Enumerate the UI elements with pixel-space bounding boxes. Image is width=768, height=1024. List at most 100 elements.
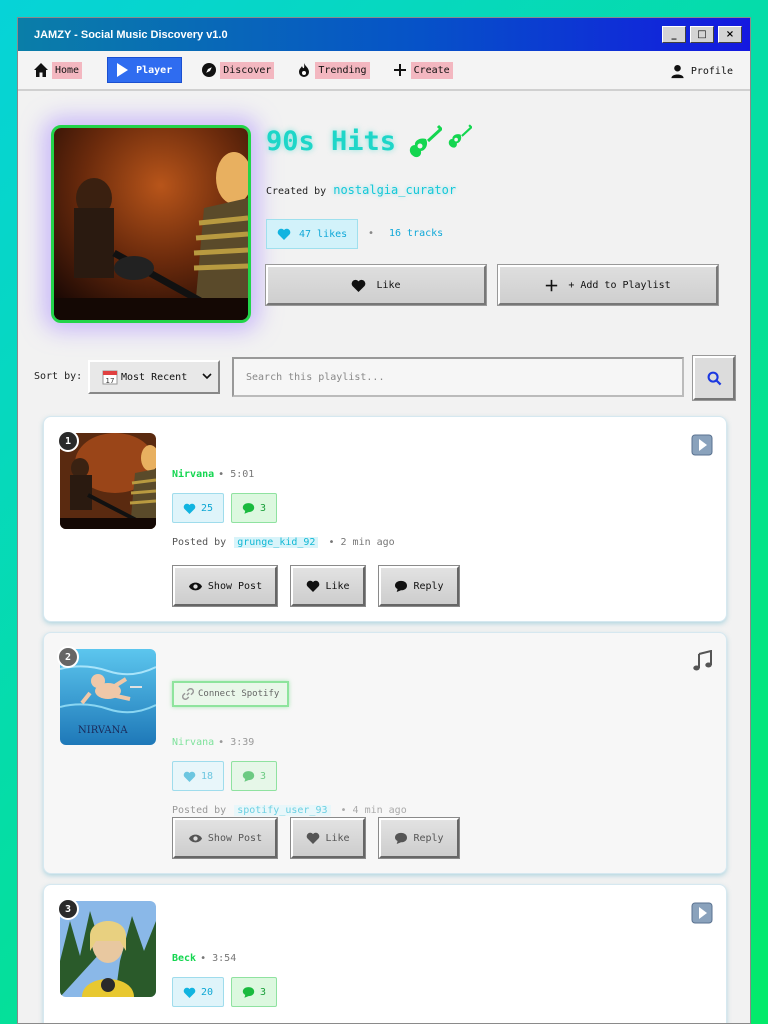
calendar-icon: 17: [102, 370, 118, 385]
like-count: 20: [201, 986, 214, 998]
nav-label-create: Create: [410, 61, 453, 79]
comment-icon: [395, 832, 408, 844]
track-meta: Beck • 3:54: [172, 953, 236, 964]
cover-image: [54, 128, 248, 320]
poster-link[interactable]: spotify_user_93: [234, 805, 331, 816]
comment-count: 3: [260, 986, 267, 998]
track-card: 2 NIRVANA Connect Spotify Nirvana • 3:39…: [43, 632, 727, 874]
artist-name[interactable]: Nirvana: [172, 737, 214, 748]
track-card: 3 Beck • 3:54 20 3: [43, 884, 727, 1023]
comment-count: 3: [260, 502, 267, 514]
poster-link[interactable]: grunge_kid_92: [234, 537, 319, 548]
reply-label: Reply: [413, 832, 444, 844]
nav-item-player[interactable]: Player: [107, 57, 183, 83]
playlist-cover: [51, 125, 251, 323]
track-number: 2: [57, 646, 79, 668]
track-duration: • 3:54: [200, 953, 237, 964]
track-card: 1 Nirvana • 5:01 25 3 Posted by grunge_k…: [43, 416, 727, 622]
nav-item-trending[interactable]: Trending: [293, 57, 372, 83]
posted-by: Posted by grunge_kid_92 • 2 min ago: [172, 537, 395, 548]
like-playlist-label: Like: [376, 279, 401, 291]
title-bar: JAMZY - Social Music Discovery v1.0 _ □ …: [18, 18, 750, 51]
connect-spotify-button[interactable]: Connect Spotify: [172, 681, 290, 707]
heart-icon: [183, 771, 196, 782]
comment-icon: [242, 771, 255, 782]
nav-item-profile[interactable]: Profile: [670, 58, 736, 84]
track-like-count[interactable]: 20: [172, 977, 225, 1007]
nav-item-create[interactable]: Create: [389, 57, 456, 83]
eye-icon: [188, 834, 202, 842]
music-note-icon: [693, 650, 712, 671]
reply-button[interactable]: Reply: [378, 817, 460, 859]
track-comment-count[interactable]: 3: [231, 493, 278, 523]
search-input[interactable]: Search this playlist...: [232, 357, 684, 397]
minimize-button[interactable]: _: [662, 26, 686, 43]
post-time: • 2 min ago: [328, 537, 395, 548]
comment-count: 3: [260, 770, 267, 782]
track-count: 16 tracks: [389, 228, 444, 239]
app-window: JAMZY - Social Music Discovery v1.0 _ □ …: [17, 17, 751, 1024]
sort-label: Sort by:: [34, 371, 83, 382]
play-icon: [117, 63, 129, 77]
comment-icon: [242, 503, 255, 514]
home-icon: [34, 63, 48, 77]
posted-by-label: Posted by: [172, 537, 227, 548]
chevron-down-icon: [202, 373, 212, 380]
close-button[interactable]: ×: [718, 26, 742, 43]
user-icon: [671, 64, 684, 78]
show-post-label: Show Post: [207, 580, 263, 592]
search-button[interactable]: [692, 355, 736, 401]
guitar-icon: [409, 124, 443, 158]
add-to-playlist-label: + Add to Playlist: [568, 279, 671, 291]
sort-select[interactable]: 17 Most Recent: [88, 360, 220, 394]
track-comment-count[interactable]: 3: [231, 761, 278, 791]
nav-label-profile: Profile: [690, 65, 733, 77]
like-playlist-button[interactable]: Like: [265, 264, 487, 306]
plus-icon: [546, 279, 558, 291]
compass-icon: [202, 63, 217, 77]
posted-by-label: Posted by: [172, 805, 227, 816]
nav-label-player: Player: [136, 64, 173, 76]
like-count: 25: [201, 502, 214, 514]
heart-icon: [183, 987, 196, 998]
nav-label-home: Home: [52, 61, 83, 79]
track-comment-count[interactable]: 3: [231, 977, 278, 1007]
nav-item-discover[interactable]: Discover: [198, 57, 277, 83]
like-count: 18: [201, 770, 214, 782]
sort-value: Most Recent: [121, 371, 188, 383]
artist-name[interactable]: Nirvana: [172, 469, 214, 480]
like-button[interactable]: Like: [290, 565, 366, 607]
play-button-icon[interactable]: [691, 434, 713, 456]
track-meta: Nirvana • 5:01: [172, 469, 254, 480]
nav-bar: Home Player Discover Trending Create Pro…: [18, 51, 750, 91]
like-button[interactable]: Like: [290, 817, 366, 859]
window-controls: _ □ ×: [662, 26, 742, 43]
add-to-playlist-button[interactable]: + Add to Playlist: [497, 264, 719, 306]
show-post-label: Show Post: [207, 832, 263, 844]
track-like-count[interactable]: 18: [172, 761, 225, 791]
eye-icon: [188, 582, 202, 590]
link-icon: [182, 688, 194, 700]
artist-name[interactable]: Beck: [172, 953, 196, 964]
show-post-button[interactable]: Show Post: [172, 565, 278, 607]
separator: •: [368, 228, 375, 239]
play-button-icon[interactable]: [691, 902, 713, 924]
posted-by: Posted by spotify_user_93 • 4 min ago: [172, 805, 407, 816]
heart-icon: [352, 279, 366, 292]
playlist-likes: 47 likes: [266, 219, 359, 249]
creator-link[interactable]: nostalgia_curator: [333, 183, 456, 197]
track-meta: Nirvana • 3:39: [172, 737, 254, 748]
guitar-emojis: [406, 123, 473, 159]
track-number: 1: [57, 430, 79, 452]
reply-button[interactable]: Reply: [378, 565, 460, 607]
connect-spotify-label: Connect Spotify: [198, 689, 280, 699]
like-label: Like: [325, 580, 350, 592]
plus-icon: [393, 64, 406, 76]
show-post-button[interactable]: Show Post: [172, 817, 278, 859]
playlist-title: 90s Hits: [266, 123, 473, 159]
like-label: Like: [325, 832, 350, 844]
nav-item-home[interactable]: Home: [30, 57, 85, 83]
maximize-button[interactable]: □: [690, 26, 714, 43]
fire-icon: [299, 63, 310, 77]
track-like-count[interactable]: 25: [172, 493, 225, 523]
